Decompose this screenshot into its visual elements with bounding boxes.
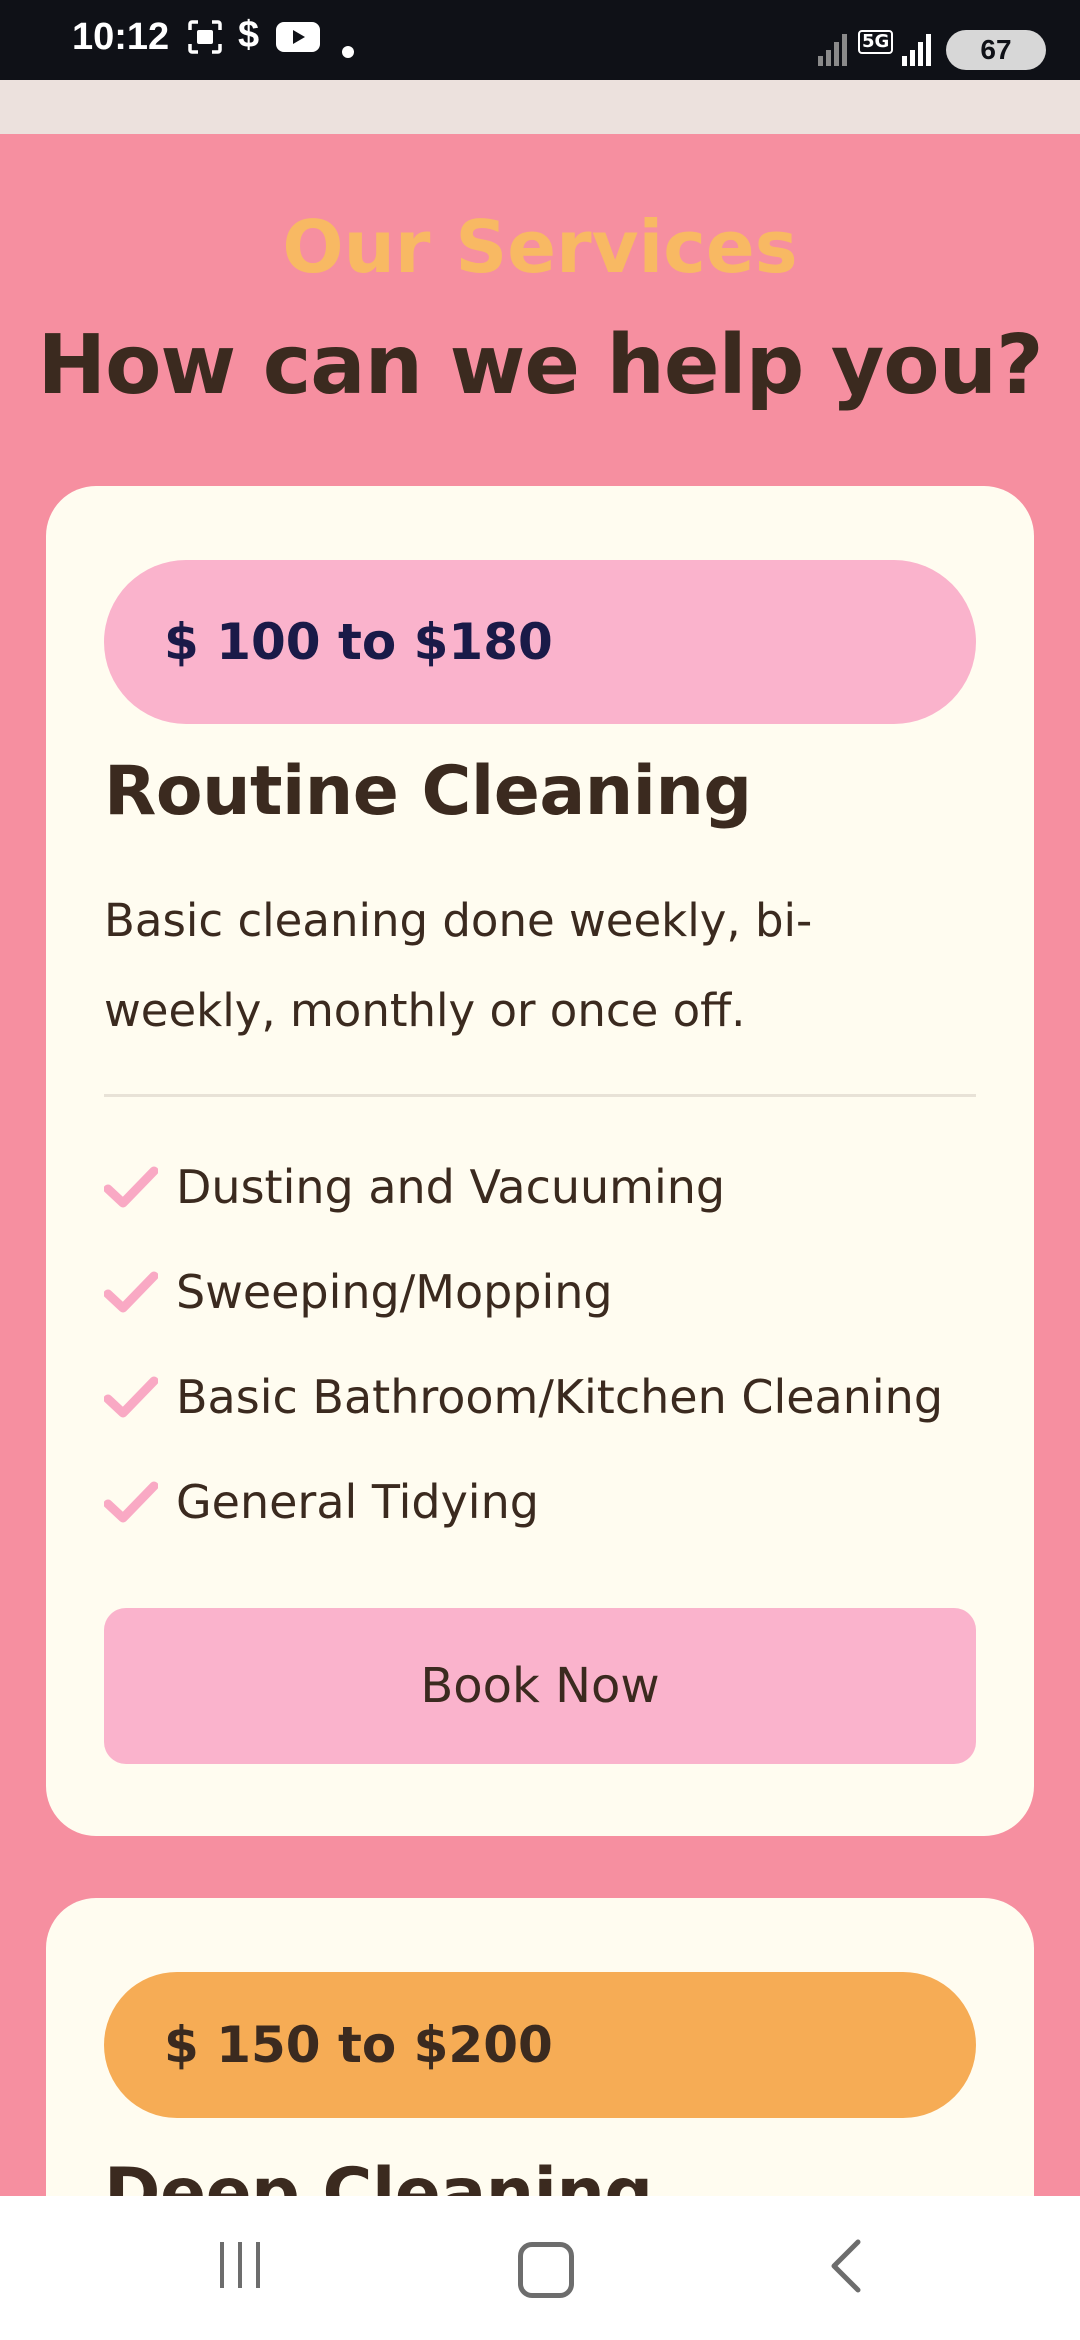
feature-label: Sweeping/Mopping bbox=[176, 1264, 613, 1319]
section-eyebrow: Our Services bbox=[282, 205, 798, 289]
youtube-icon bbox=[276, 20, 320, 58]
service-description: Basic cleaning done weekly, bi-weekly, m… bbox=[104, 894, 813, 1037]
back-icon[interactable] bbox=[826, 2236, 866, 2300]
check-icon bbox=[104, 1481, 158, 1522]
check-icon bbox=[104, 1376, 158, 1417]
feature-label: Basic Bathroom/Kitchen Cleaning bbox=[176, 1369, 944, 1424]
status-bar: 10:12 $ 5G 67 bbox=[0, 0, 1080, 80]
price-badge: $ 150 to $200 bbox=[104, 1972, 976, 2118]
recent-apps-icon[interactable] bbox=[216, 2238, 266, 2298]
check-icon bbox=[104, 1166, 158, 1207]
dollar-icon: $ bbox=[238, 14, 260, 56]
divider bbox=[104, 1094, 976, 1097]
home-icon[interactable] bbox=[518, 2242, 574, 2298]
book-now-button[interactable]: Book Now bbox=[104, 1608, 976, 1764]
feature-label: General Tidying bbox=[176, 1474, 539, 1529]
list-item: Basic Bathroom/Kitchen Cleaning bbox=[104, 1344, 984, 1449]
header-band bbox=[0, 80, 1080, 134]
service-title: Routine Cleaning bbox=[104, 752, 752, 831]
price-badge: $ 100 to $180 bbox=[104, 560, 976, 724]
list-item: Dusting and Vacuuming bbox=[104, 1134, 984, 1239]
screenshot-icon bbox=[186, 18, 224, 60]
signal-icon bbox=[818, 32, 850, 70]
network-type-label: 5G bbox=[858, 30, 894, 54]
feature-list: Dusting and Vacuuming Sweeping/Mopping B… bbox=[104, 1134, 984, 1554]
status-time: 10:12 bbox=[72, 16, 170, 58]
service-card-routine: $ 100 to $180 Routine Cleaning Basic cle… bbox=[46, 486, 1034, 1836]
notification-dot bbox=[342, 46, 354, 58]
section-heading: How can we help you? bbox=[37, 318, 1043, 413]
signal-icon bbox=[902, 32, 936, 70]
list-item: General Tidying bbox=[104, 1449, 984, 1554]
check-icon bbox=[104, 1271, 158, 1312]
battery-indicator: 67 bbox=[946, 30, 1046, 70]
list-item: Sweeping/Mopping bbox=[104, 1239, 984, 1344]
feature-label: Dusting and Vacuuming bbox=[176, 1159, 726, 1214]
navigation-bar bbox=[0, 2196, 1080, 2340]
